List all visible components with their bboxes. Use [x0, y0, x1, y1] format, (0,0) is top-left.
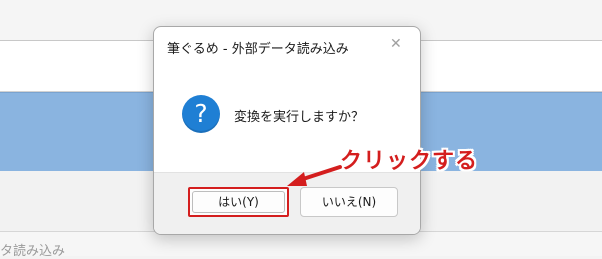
- no-button[interactable]: いいえ(N): [300, 187, 398, 217]
- background-footer: [0, 232, 602, 256]
- question-icon: ?: [182, 95, 220, 133]
- background-footer-label: タ読み込み: [0, 244, 66, 259]
- annotation-label: クリックする: [340, 149, 479, 174]
- yes-button[interactable]: はい(Y): [188, 187, 289, 217]
- confirm-dialog: 筆ぐるめ - 外部データ読み込み ✕ ? 変換を実行しますか？ はい(Y) いい…: [153, 26, 421, 235]
- dialog-message: 変換を実行しますか？: [234, 110, 365, 125]
- close-icon[interactable]: ✕: [390, 36, 402, 52]
- dialog-button-bar: はい(Y) いいえ(N): [154, 172, 420, 234]
- yes-button-label: はい(Y): [218, 195, 259, 209]
- dialog-title: 筆ぐるめ - 外部データ読み込み: [167, 42, 349, 57]
